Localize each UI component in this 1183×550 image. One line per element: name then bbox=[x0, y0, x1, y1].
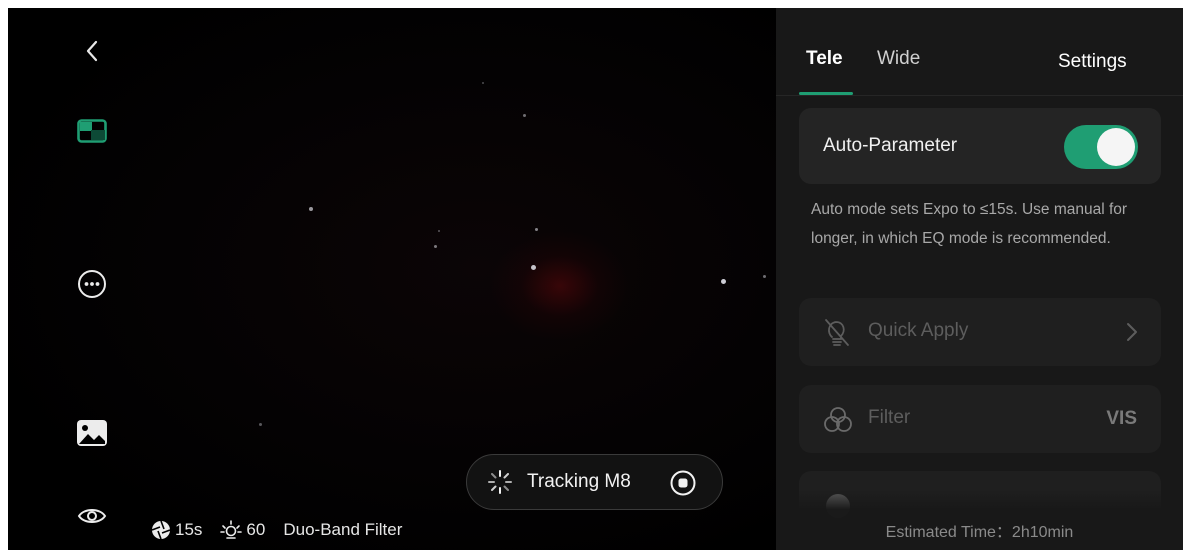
app: 15s 60 Duo-Band Filter Tracking M8 Tele … bbox=[8, 8, 1183, 550]
bulb-off-icon bbox=[825, 319, 849, 346]
star bbox=[523, 114, 526, 117]
tab-wide[interactable]: Wide bbox=[877, 48, 920, 70]
back-button[interactable] bbox=[76, 35, 108, 67]
chevron-left-icon bbox=[86, 40, 98, 62]
filter-icon bbox=[824, 407, 852, 432]
settings-button[interactable]: Settings bbox=[1058, 51, 1127, 73]
filter-value: VIS bbox=[1106, 408, 1137, 429]
quick-apply-label: Quick Apply bbox=[868, 320, 969, 341]
tracking-button[interactable]: Tracking M8 bbox=[466, 454, 723, 510]
layout-toggle-button[interactable] bbox=[76, 115, 108, 147]
tracking-label: Tracking M8 bbox=[527, 471, 631, 492]
gallery-icon bbox=[77, 420, 107, 446]
star bbox=[309, 207, 313, 211]
filter-row[interactable]: Filter VIS bbox=[799, 385, 1161, 453]
gain-value: 60 bbox=[246, 520, 266, 539]
gallery-button[interactable] bbox=[74, 415, 110, 451]
exposure-status-bar: 15s 60 Duo-Band Filter bbox=[151, 519, 402, 541]
settings-panel: Tele Wide Settings Auto-Parameter Auto m… bbox=[776, 8, 1183, 550]
aperture-icon bbox=[151, 520, 171, 540]
auto-parameter-row: Auto-Parameter bbox=[799, 108, 1161, 184]
more-icon bbox=[78, 270, 106, 298]
more-button[interactable] bbox=[74, 266, 110, 302]
eye-icon bbox=[77, 509, 107, 523]
auto-parameter-label: Auto-Parameter bbox=[823, 135, 958, 156]
tab-divider bbox=[776, 95, 1183, 96]
camera-viewport[interactable]: 15s 60 Duo-Band Filter Tracking M8 bbox=[8, 8, 776, 550]
filter-status: Duo-Band Filter bbox=[283, 520, 403, 539]
tab-tele[interactable]: Tele bbox=[806, 48, 843, 70]
star bbox=[482, 82, 484, 84]
star bbox=[535, 228, 538, 231]
exposure-value: 15s bbox=[175, 520, 203, 539]
layout-icon bbox=[77, 119, 107, 143]
stop-icon[interactable] bbox=[670, 470, 696, 496]
quick-apply-row[interactable]: Quick Apply bbox=[799, 298, 1161, 366]
star bbox=[434, 245, 437, 248]
sun-icon bbox=[220, 520, 243, 539]
star bbox=[763, 275, 766, 278]
chevron-right-icon bbox=[1127, 323, 1137, 341]
filter-label: Filter bbox=[868, 407, 911, 428]
star bbox=[721, 279, 726, 284]
spinner-icon bbox=[488, 470, 512, 494]
star bbox=[438, 230, 440, 232]
star bbox=[259, 423, 262, 426]
estimated-time: Estimated Time：2h10min bbox=[885, 524, 1074, 541]
auto-mode-note: Auto mode sets Expo to ≤15s. Use manual … bbox=[811, 201, 1128, 247]
visibility-button[interactable] bbox=[74, 498, 110, 534]
star bbox=[531, 265, 536, 270]
toggle-knob bbox=[1097, 128, 1135, 166]
auto-parameter-toggle[interactable] bbox=[1064, 125, 1138, 169]
